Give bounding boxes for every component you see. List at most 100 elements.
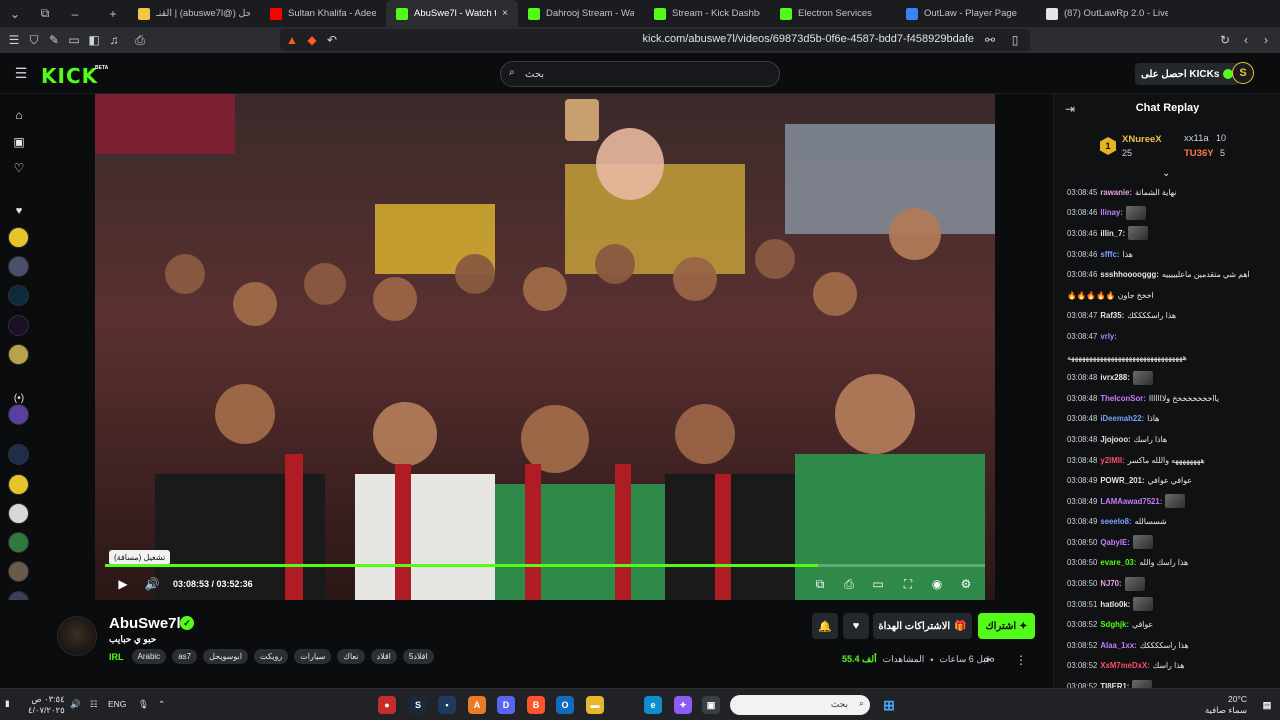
- minimize-icon[interactable]: –: [60, 0, 90, 27]
- chat-username[interactable]: hatlo0k:: [1100, 600, 1130, 609]
- browser-tab[interactable]: AbuSwe7l - Watch the VOD ×: [386, 0, 518, 27]
- tag-chip[interactable]: Arabic: [131, 649, 167, 664]
- progress-bar[interactable]: [105, 564, 985, 567]
- recommended-channel-avatar[interactable]: [8, 444, 29, 465]
- chat-username[interactable]: POWR_201:: [1100, 476, 1144, 485]
- reload-page-icon[interactable]: ↶: [322, 30, 342, 50]
- chat-username[interactable]: ivrx288:: [1100, 373, 1129, 382]
- chat-username[interactable]: seeelo8:: [1100, 517, 1131, 526]
- shield-icon[interactable]: ⛉: [24, 30, 44, 50]
- chat-username[interactable]: LAMAawad7521:: [1100, 497, 1162, 506]
- browser-tab[interactable]: (87) OutLawRp 2.0 - Live Conso: [1036, 0, 1178, 27]
- new-tab-icon[interactable]: +: [98, 0, 128, 27]
- chat-username[interactable]: iDeemah22:: [1100, 414, 1144, 423]
- panel-icon[interactable]: ◧: [84, 30, 104, 50]
- play-icon[interactable]: ▶: [114, 575, 132, 593]
- browse-icon[interactable]: ▣: [9, 132, 29, 152]
- chat-username[interactable]: ssshhooooggg:: [1100, 270, 1158, 279]
- brave-icon[interactable]: B: [527, 696, 545, 714]
- channel-avatar[interactable]: [57, 616, 97, 656]
- tag-chip[interactable]: سيارات: [294, 649, 332, 664]
- followed-channel-avatar[interactable]: [8, 285, 29, 306]
- tabs-icon[interactable]: ▭: [64, 30, 84, 50]
- chat-username[interactable]: NJ70:: [1100, 579, 1121, 588]
- chat-username[interactable]: Alaa_1xx:: [1100, 641, 1136, 650]
- chat-username[interactable]: llinay:: [1100, 208, 1123, 217]
- share-icon[interactable]: ⚯: [979, 650, 999, 670]
- chat-username[interactable]: XxM7meDxX:: [1100, 661, 1149, 670]
- follow-heart-button[interactable]: ♥: [843, 613, 869, 639]
- forward-icon[interactable]: ›: [1256, 30, 1276, 50]
- speed-icon[interactable]: ◉: [928, 575, 946, 593]
- task-view-icon[interactable]: ▣: [702, 696, 720, 714]
- chat-username[interactable]: QabylE:: [1100, 538, 1129, 547]
- leader-name[interactable]: XNureeX: [1122, 134, 1162, 145]
- battery-icon[interactable]: ▮: [5, 698, 10, 709]
- brave-shield-icon[interactable]: ▲: [282, 30, 302, 50]
- user-avatar[interactable]: S: [1232, 62, 1254, 84]
- refresh-icon[interactable]: ↻: [1215, 30, 1235, 50]
- browser-tab[interactable]: Sultan Khalifa - Adeel El Rooh |: [260, 0, 386, 27]
- leader-name[interactable]: xx11a: [1184, 133, 1209, 144]
- chat-username[interactable]: Sdghjk:: [1100, 620, 1129, 629]
- app-icon-1[interactable]: ●: [378, 696, 396, 714]
- clip-icon[interactable]: ⎙: [840, 575, 858, 593]
- tab-list-icon[interactable]: ⌄: [0, 0, 30, 27]
- browser-tab[interactable]: OutLaw - Player Page: [896, 0, 1036, 27]
- expand-chevron-icon[interactable]: ⌄: [1162, 168, 1170, 179]
- followed-channel-avatar[interactable]: [8, 256, 29, 277]
- gift-subs-button[interactable]: الاشتراكات الهداة 🎁: [873, 613, 972, 639]
- following-icon[interactable]: ♡: [9, 158, 29, 178]
- browser-tab[interactable]: القنـ | (abuswe7l@) ابو سويحل: [128, 0, 260, 27]
- edge-icon[interactable]: e: [644, 696, 662, 714]
- recommended-channel-avatar[interactable]: [8, 532, 29, 553]
- theatre-mode-icon[interactable]: ▭: [869, 575, 887, 593]
- more-options-icon[interactable]: ⋮: [1011, 650, 1031, 670]
- home-icon[interactable]: ⌂: [9, 105, 29, 125]
- tray-overflow-icon[interactable]: ⌃: [158, 699, 165, 710]
- sidebar-toggle-icon[interactable]: ☰: [4, 30, 24, 50]
- video-player[interactable]: تشغيل (مسافة) ▶ 🔊 03:08:53 / 03:52:36 ⧉ …: [95, 94, 995, 600]
- microphone-icon[interactable]: 🎙: [138, 699, 149, 710]
- browser-tab[interactable]: Stream - Kick Dashboard: [644, 0, 770, 27]
- tag-chip[interactable]: رويكت: [253, 649, 289, 664]
- taskbar-clock[interactable]: ٠٣:٥٤ ص ٤/٠٧/٢٠٢٥: [28, 694, 65, 716]
- search-input[interactable]: ⌕ بحث: [500, 61, 780, 87]
- start-icon[interactable]: ⊞: [880, 696, 898, 714]
- recommended-channel-avatar[interactable]: [8, 404, 29, 425]
- music-icon[interactable]: ♫: [104, 30, 124, 50]
- settings-icon[interactable]: ⚙: [957, 575, 975, 593]
- chat-username[interactable]: Jjojooo:: [1100, 435, 1130, 444]
- browser-tab[interactable]: Dahrooj Stream - Watch Live o: [518, 0, 644, 27]
- notifications-icon[interactable]: ▤: [1258, 696, 1276, 714]
- chat-username[interactable]: Raf35:: [1100, 311, 1124, 320]
- chat-username[interactable]: illin_7:: [1100, 229, 1125, 238]
- followed-channel-avatar[interactable]: [8, 227, 29, 248]
- chat-username[interactable]: y2lMll:: [1100, 456, 1124, 465]
- copilot-icon[interactable]: ✦: [674, 696, 692, 714]
- followed-channel-avatar[interactable]: [8, 344, 29, 365]
- outlook-icon[interactable]: O: [556, 696, 574, 714]
- screenshot-icon[interactable]: ⎙: [130, 30, 150, 50]
- get-kicks-button[interactable]: احصل على KICKs: [1135, 63, 1240, 85]
- followed-channel-avatar[interactable]: [8, 315, 29, 336]
- tag-chip[interactable]: as7: [172, 649, 198, 664]
- taskbar-search[interactable]: بحث ⌕: [730, 695, 870, 715]
- category-link[interactable]: IRL: [109, 652, 124, 662]
- recommended-channel-avatar[interactable]: [8, 503, 29, 524]
- window-icon[interactable]: ⧉: [30, 0, 60, 27]
- wifi-icon[interactable]: ☷: [90, 699, 98, 710]
- tab-close-icon[interactable]: ×: [502, 8, 508, 19]
- chat-username[interactable]: TheIconSor:: [1100, 394, 1145, 403]
- language-indicator[interactable]: ENG: [108, 699, 126, 709]
- bookmark-icon[interactable]: ▯: [1005, 30, 1025, 50]
- channel-name[interactable]: AbuSwe7l: [109, 615, 181, 632]
- volume-tray-icon[interactable]: 🔊: [70, 699, 81, 710]
- discord-icon[interactable]: D: [497, 696, 515, 714]
- app-icon-2[interactable]: A: [468, 696, 486, 714]
- browser-tab[interactable]: Electron Services: [770, 0, 896, 27]
- menu-icon[interactable]: ☰: [11, 63, 31, 83]
- volume-icon[interactable]: 🔊: [143, 575, 161, 593]
- folder-icon[interactable]: ▬: [586, 696, 604, 714]
- steam-icon[interactable]: S: [409, 696, 427, 714]
